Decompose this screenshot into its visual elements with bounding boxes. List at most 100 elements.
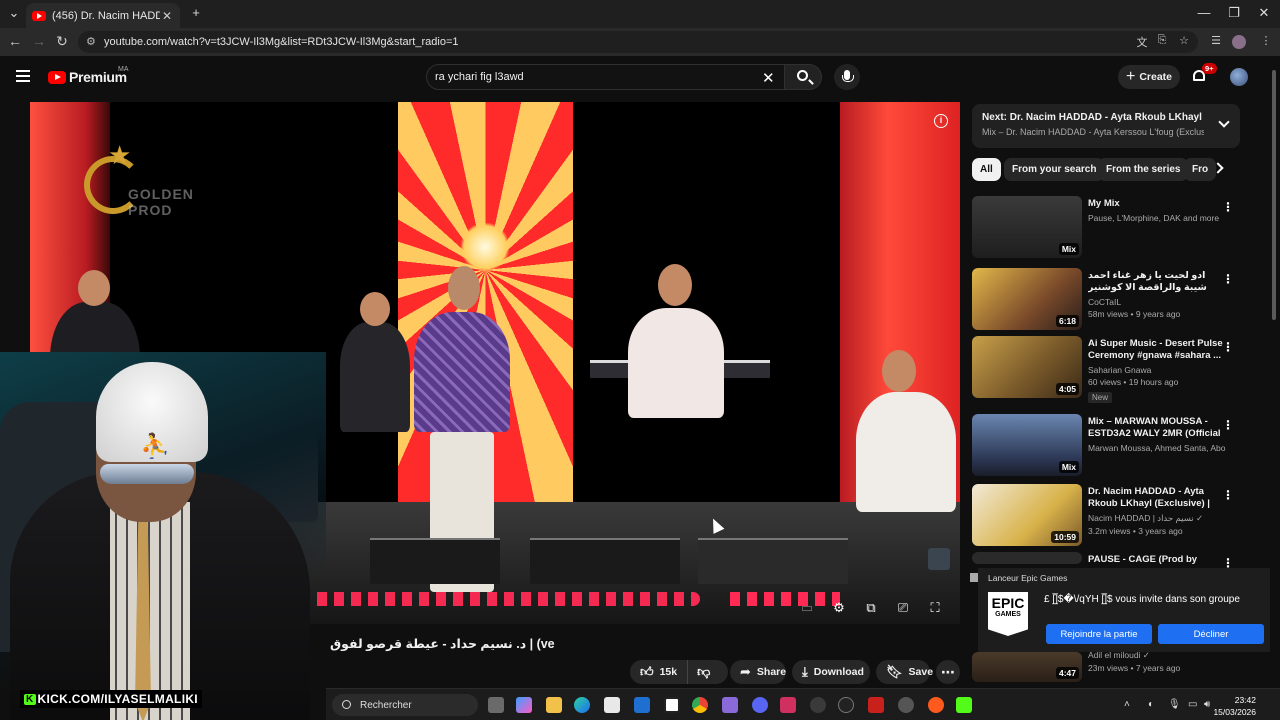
fullscreen-icon[interactable]: ⛶ — [926, 600, 944, 616]
forward-icon[interactable]: → — [30, 33, 48, 49]
tab-search-icon[interactable]: ⌄ — [4, 5, 24, 21]
task-view-icon[interactable] — [488, 697, 504, 713]
like-button[interactable]: 👍︎ 15k — [630, 660, 689, 684]
microphone-icon[interactable]: 🎙︎ — [1168, 699, 1181, 710]
tray-app-icon[interactable]: ◐ — [1148, 699, 1154, 710]
volume-icon[interactable]: 🔊︎ — [1204, 699, 1210, 710]
microsoft-store-icon[interactable] — [604, 697, 620, 713]
download-label: Download — [813, 666, 864, 678]
video-thumbnail[interactable]: 6:18 — [972, 268, 1082, 330]
video-thumbnail[interactable]: 4:05 — [972, 336, 1082, 398]
translate-icon[interactable]: 文 — [1134, 34, 1150, 50]
outlook-icon[interactable] — [634, 697, 650, 713]
clear-search-icon[interactable]: ✕ — [762, 69, 775, 87]
video-title: د. نسيم حداد - عيطة قرصو لفوق | (ve — [330, 637, 555, 651]
chip-from-channel[interactable]: Fro — [1184, 158, 1217, 181]
video-title[interactable]: Mix – MARWAN MOUSSA - ESTD3A2 WALY 2MR (… — [1088, 416, 1228, 440]
taskbar-search-input[interactable]: Rechercher — [332, 694, 478, 716]
file-explorer-icon[interactable] — [546, 697, 562, 713]
chip-all[interactable]: All — [972, 158, 1001, 181]
reading-list-icon[interactable]: ☰ — [1208, 34, 1224, 47]
epic-invite-notification[interactable]: Lanceur Epic Games EPIC GAMES £ [̲̅]$�\/… — [970, 568, 1270, 652]
more-options-icon[interactable]: ⋮ — [1222, 418, 1234, 432]
minimize-icon[interactable]: — — [1194, 5, 1214, 20]
browser-menu-icon[interactable]: ⋮ — [1258, 34, 1274, 47]
video-title[interactable]: My Mix — [1088, 198, 1228, 210]
video-title[interactable]: ادو لحيت يا زهر غناء احمد شيبة والراقصة … — [1088, 270, 1228, 294]
percussionist-head — [882, 350, 916, 392]
video-thumbnail[interactable]: 10:59 — [972, 484, 1082, 546]
chip-from-the-series[interactable]: From the series — [1098, 158, 1189, 181]
obs-icon[interactable] — [810, 697, 826, 713]
video-title[interactable]: Ai Super Music - Desert Pulse Ceremony #… — [1088, 338, 1228, 362]
chip-from-your-search[interactable]: From your search — [1004, 158, 1105, 181]
video-thumbnail[interactable]: 4:47 — [972, 652, 1082, 682]
join-party-button[interactable]: Rejoindre la partie — [1046, 624, 1152, 644]
download-button[interactable]: ⤓ Download — [792, 660, 870, 684]
more-options-icon[interactable]: ⋮ — [1222, 200, 1234, 214]
list-item[interactable]: 4:05 Ai Super Music - Desert Pulse Cerem… — [972, 336, 1240, 406]
more-options-icon[interactable]: ⋮ — [1222, 488, 1234, 502]
video-thumbnail[interactable]: Mix — [972, 196, 1082, 258]
maximize-icon[interactable]: ❐ — [1224, 5, 1244, 21]
chrome-icon[interactable] — [692, 697, 708, 713]
list-item[interactable]: Mix My Mix Pause, L'Morphine, DAK and mo… — [972, 196, 1240, 266]
game-launcher-icon[interactable] — [722, 697, 738, 713]
capture-icon[interactable] — [664, 697, 680, 713]
browser-tab-active[interactable]: (456) Dr. Nacim HADDAD - Ayt ✕ — [26, 3, 180, 28]
search-button[interactable] — [784, 64, 822, 90]
app-icon[interactable] — [868, 697, 884, 713]
kick-app-icon[interactable] — [956, 697, 972, 713]
app-icon[interactable] — [780, 697, 796, 713]
miniplayer-icon[interactable]: ⧉ — [862, 600, 880, 616]
subtitles-icon[interactable]: ▭ — [798, 600, 816, 616]
dislike-button[interactable]: 👎︎ — [688, 664, 719, 680]
install-app-icon[interactable]: ⎘ — [1154, 34, 1170, 47]
discord-icon[interactable] — [752, 697, 768, 713]
channel-watermark-avatar[interactable] — [928, 548, 950, 570]
info-icon[interactable]: i — [934, 114, 948, 128]
decline-button[interactable]: Décliner — [1158, 624, 1264, 644]
tray-chevron-up-icon[interactable]: ˄ — [1124, 699, 1130, 710]
close-window-icon[interactable]: ✕ — [1254, 5, 1274, 21]
video-thumbnail[interactable]: Mix — [972, 414, 1082, 476]
taskbar-clock[interactable]: 23:42 15/03/2026 — [1213, 694, 1256, 718]
steam-icon[interactable] — [838, 697, 854, 713]
tab-close-icon[interactable]: ✕ — [160, 9, 174, 23]
brave-icon[interactable] — [928, 697, 944, 713]
search-input[interactable]: ra ychari fig l3awd — [426, 64, 786, 90]
voice-search-mic-icon[interactable] — [834, 64, 860, 90]
account-avatar[interactable] — [1230, 68, 1248, 86]
chevron-down-icon[interactable] — [1218, 116, 1230, 128]
list-item[interactable]: 10:59 Dr. Nacim HADDAD - Ayta Rkoub LKha… — [972, 484, 1240, 554]
site-info-icon[interactable]: ⚙ — [86, 35, 96, 48]
video-title[interactable]: PAUSE - CAGE (Prod by — [1088, 554, 1228, 566]
more-actions-button[interactable]: ⋯ — [936, 660, 960, 684]
share-button[interactable]: ➦ Share — [730, 660, 786, 684]
address-bar[interactable]: ⚙ youtube.com/watch?v=t3JCW-Il3Mg&list=R… — [78, 31, 1198, 53]
media-player-icon[interactable] — [898, 697, 914, 713]
youtube-premium-logo[interactable]: Premium MA — [48, 66, 129, 85]
bookmark-star-icon[interactable]: ☆ — [1176, 34, 1192, 47]
save-button[interactable]: 🔖︎ Save — [876, 660, 933, 684]
more-options-icon[interactable]: ⋮ — [1222, 272, 1234, 286]
new-tab-icon[interactable]: + — [186, 5, 206, 20]
list-item[interactable]: 6:18 ادو لحيت يا زهر غناء احمد شيبة والر… — [972, 268, 1240, 338]
reload-icon[interactable]: ↻ — [53, 33, 71, 50]
more-options-icon[interactable]: ⋮ — [1222, 340, 1234, 354]
profile-avatar-icon[interactable] — [1232, 35, 1246, 49]
network-icon[interactable]: ▭ — [1188, 699, 1197, 710]
edge-icon[interactable] — [574, 697, 590, 713]
hamburger-menu-icon[interactable] — [16, 70, 30, 82]
video-thumbnail[interactable] — [972, 552, 1082, 564]
back-icon[interactable]: ← — [6, 33, 24, 49]
settings-gear-icon[interactable]: ⚙ — [830, 600, 848, 616]
list-item[interactable]: Mix Mix – MARWAN MOUSSA - ESTD3A2 WALY 2… — [972, 414, 1240, 484]
create-button[interactable]: + Create — [1118, 65, 1180, 89]
video-title[interactable]: Dr. Nacim HADDAD - Ayta Rkoub LKhayl (Ex… — [1088, 486, 1228, 510]
copilot-icon[interactable] — [516, 697, 532, 713]
page-scrollbar[interactable] — [1272, 70, 1276, 320]
list-item[interactable]: PAUSE - CAGE (Prod by ⋮ — [972, 552, 1240, 570]
autoplay-next-panel[interactable]: Next: Dr. Nacim HADDAD - Ayta Rkoub LKha… — [972, 104, 1240, 148]
cast-icon[interactable]: ⎚ — [894, 600, 912, 616]
